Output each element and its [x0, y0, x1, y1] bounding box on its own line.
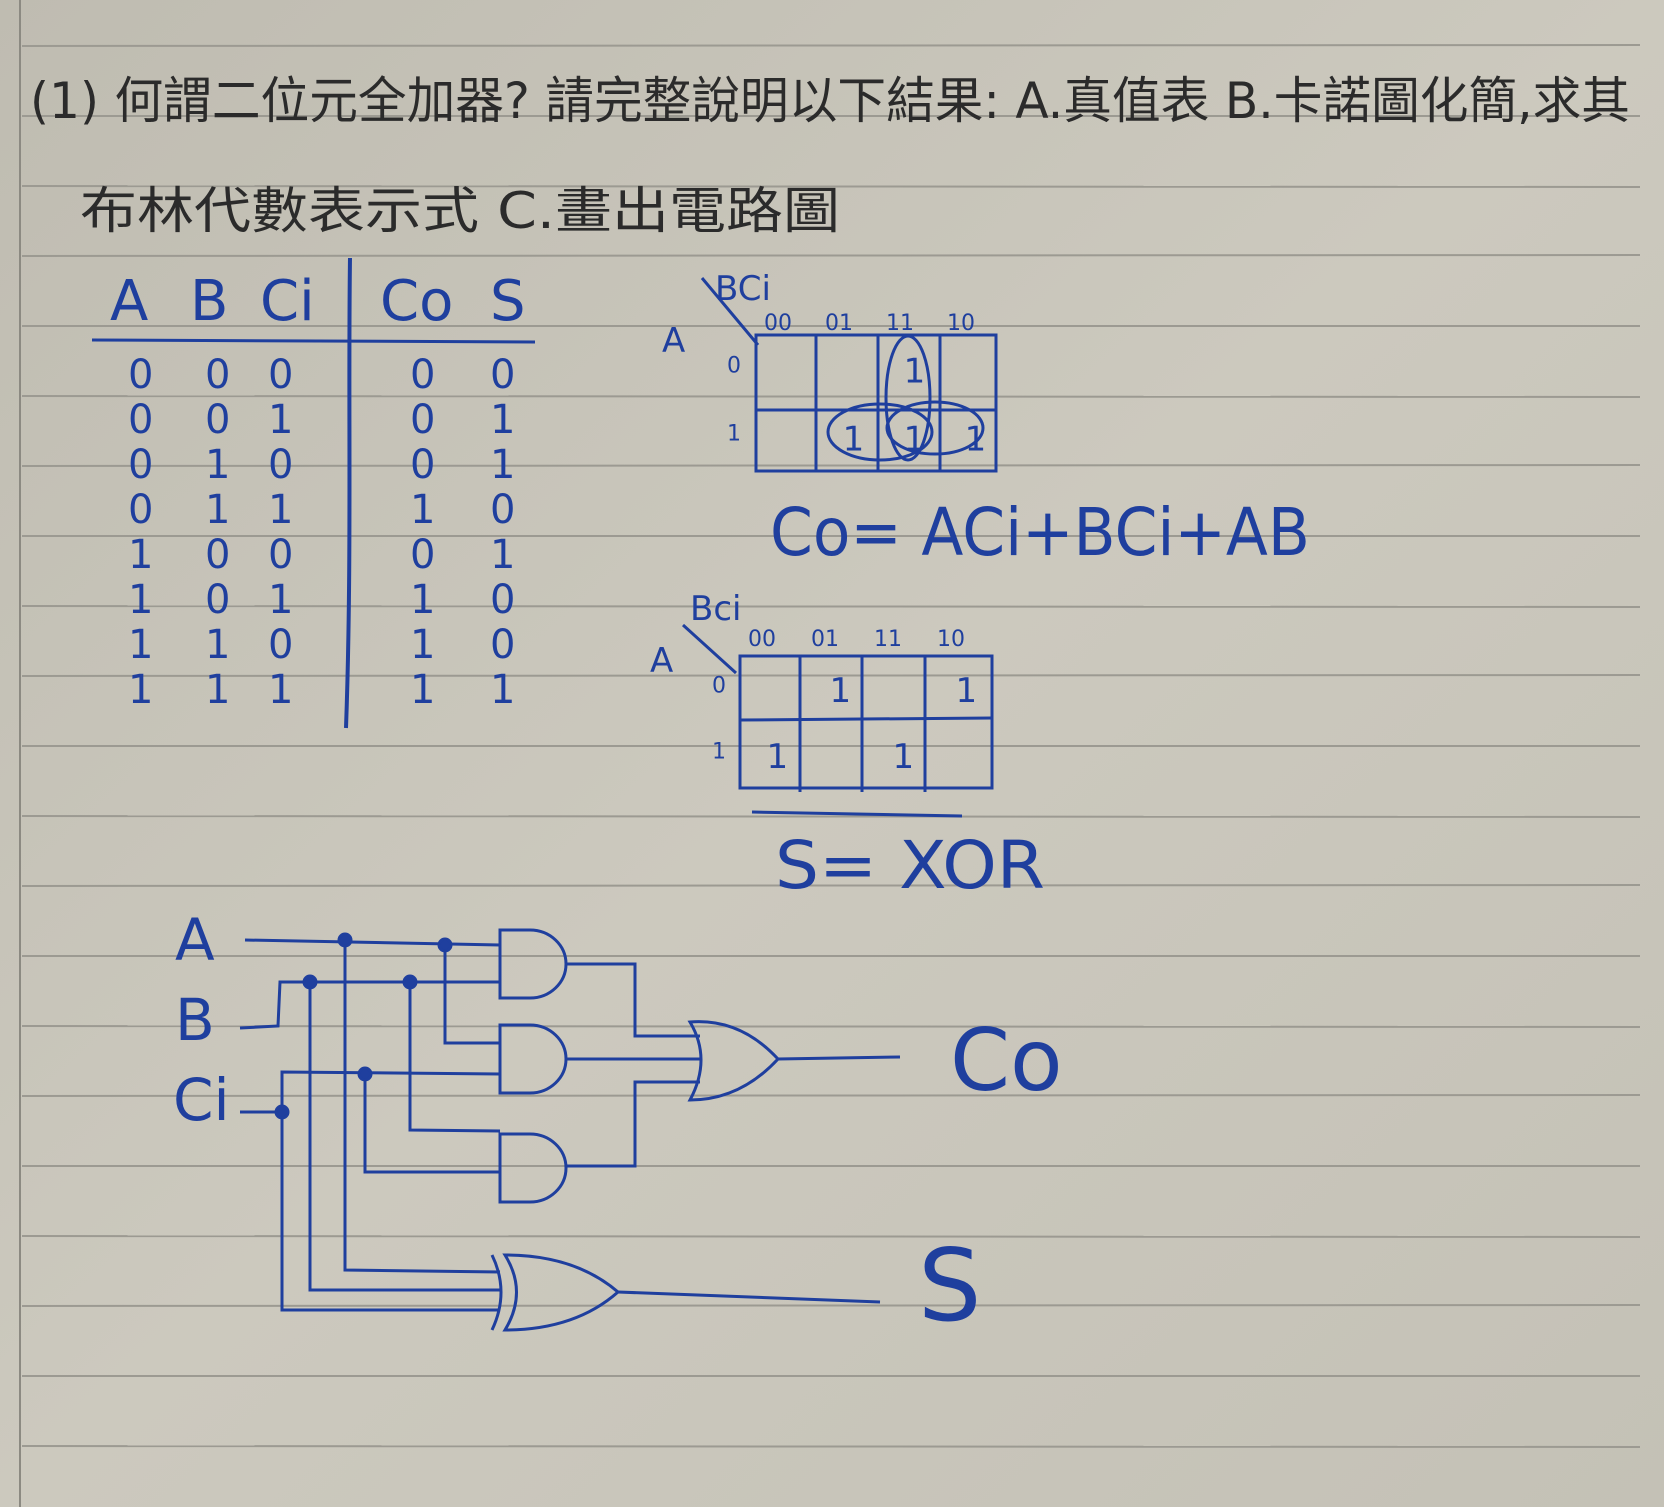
tt-header-b: B [190, 269, 228, 334]
kmap_co-cell: 1 [843, 420, 865, 460]
tt-cell: 1 [268, 397, 293, 443]
ruled-line [21, 605, 1641, 608]
kmap_s-col-label: 01 [811, 627, 839, 652]
tt-cell: 0 [128, 442, 153, 488]
ruled-line [21, 1445, 1641, 1448]
input-label-ci: Ci [173, 1066, 230, 1134]
kmap_co-col-label: 11 [886, 311, 914, 336]
tt-cell: 1 [490, 667, 515, 713]
input-label-a: A [175, 906, 215, 974]
kmap_s-row-label: 1 [712, 739, 726, 764]
tt-cell: 0 [205, 577, 230, 623]
tt-cell: 0 [268, 532, 293, 578]
kmap-s-equation: S= XOR [775, 827, 1045, 904]
tt-cell: 1 [410, 577, 435, 623]
junction-ci-1 [274, 1104, 290, 1120]
tt-cell: 0 [128, 397, 153, 443]
output-label-co: Co [950, 1011, 1063, 1111]
tt-cell: 0 [490, 487, 515, 533]
ruled-line [21, 1304, 1641, 1307]
kmap_s-cell: 1 [766, 737, 788, 777]
tt-cell: 0 [410, 352, 435, 398]
tt-cell: 0 [490, 622, 515, 668]
kmap_co-row-label: 1 [727, 421, 741, 446]
junction-b-2 [402, 974, 418, 990]
ruled-line [21, 1235, 1641, 1238]
kmap_co-cell: 1 [904, 352, 926, 392]
tt-cell: 1 [268, 577, 293, 623]
kmap_co-col-label: 10 [947, 311, 975, 336]
tt-cell: 1 [410, 622, 435, 668]
kmap-s-row-div [739, 716, 993, 722]
tt-cell: 1 [268, 667, 293, 713]
tt-cell: 0 [268, 622, 293, 668]
kmap-co-equation: Co= ACi+BCi+AB [770, 494, 1310, 571]
ruled-lines [21, 44, 1641, 1448]
ruled-line [21, 254, 1641, 257]
junction-ci-2 [357, 1066, 373, 1082]
question-line-2: 布林代數表示式 C.畫出電路圖 [80, 182, 840, 240]
tt-header-s: S [490, 269, 526, 334]
tt-cell: 1 [128, 577, 153, 623]
tt-cell: 1 [205, 622, 230, 668]
ruled-line [21, 815, 1641, 818]
tt-cell: 0 [410, 397, 435, 443]
tt-cell: 0 [205, 532, 230, 578]
tt-cell: 0 [205, 352, 230, 398]
tt-cell: 0 [268, 352, 293, 398]
tt-cell: 1 [128, 532, 153, 578]
tt-cell: 0 [410, 532, 435, 578]
kmap_s-row-label: 0 [712, 673, 726, 698]
kmap-co-row-var: A [662, 321, 685, 361]
junction-a-2 [437, 937, 453, 953]
junction-a-1 [337, 932, 353, 948]
kmap_co-col-label: 01 [825, 311, 853, 336]
kmap_co-col-label: 00 [764, 311, 792, 336]
tt-header-a: A [110, 269, 148, 334]
tt-cell: 1 [128, 667, 153, 713]
kmap_s-col-label: 11 [874, 627, 902, 652]
tt-cell: 0 [410, 442, 435, 488]
tt-cell: 0 [268, 442, 293, 488]
kmap-s-row-var: A [650, 641, 673, 681]
kmap_co-cell: 1 [904, 420, 926, 460]
tt-cell: 1 [410, 487, 435, 533]
tt-header-co: Co [380, 269, 453, 334]
tt-cell: 1 [205, 667, 230, 713]
kmap_co-row-label: 0 [727, 353, 741, 378]
tt-cell: 0 [128, 352, 153, 398]
tt-cell: 0 [490, 352, 515, 398]
tt-cell: 1 [268, 487, 293, 533]
junction-b-1 [302, 974, 318, 990]
tt-cell: 1 [490, 397, 515, 443]
ruled-line [21, 1094, 1641, 1097]
tt-cell: 1 [205, 442, 230, 488]
kmap_s-col-label: 10 [937, 627, 965, 652]
kmap_co-cell: 1 [965, 420, 987, 460]
kmap_s-cell: 1 [892, 737, 914, 777]
kmap_s-cell: 1 [955, 671, 977, 711]
tt-cell: 1 [490, 532, 515, 578]
tt-header-rule [91, 338, 536, 344]
question-line-1: (1) 何謂二位元全加器? 請完整說明以下結果: A.真值表 B.卡諾圖化簡,求… [30, 72, 1630, 130]
tt-cell: 0 [128, 487, 153, 533]
tt-cell: 1 [128, 622, 153, 668]
kmap_s-cell: 1 [829, 671, 851, 711]
tt-cell: 1 [490, 442, 515, 488]
input-label-b: B [175, 986, 215, 1054]
ruled-line [21, 395, 1641, 398]
tt-cell: 0 [205, 397, 230, 443]
ruled-line [21, 44, 1641, 47]
kmap_s-col-label: 00 [748, 627, 776, 652]
tt-header-ci: Ci [260, 269, 315, 334]
tt-cell: 1 [410, 667, 435, 713]
tt-cell: 0 [490, 577, 515, 623]
output-label-s: S [918, 1227, 981, 1344]
tt-cell: 1 [205, 487, 230, 533]
ruled-line [21, 464, 1641, 467]
wire-co-out [777, 1055, 901, 1061]
kmap-s-col-var: Bci [690, 589, 741, 629]
notebook-page: (1) 何謂二位元全加器? 請完整說明以下結果: A.真值表 B.卡諾圖化簡,求… [0, 0, 1664, 1507]
